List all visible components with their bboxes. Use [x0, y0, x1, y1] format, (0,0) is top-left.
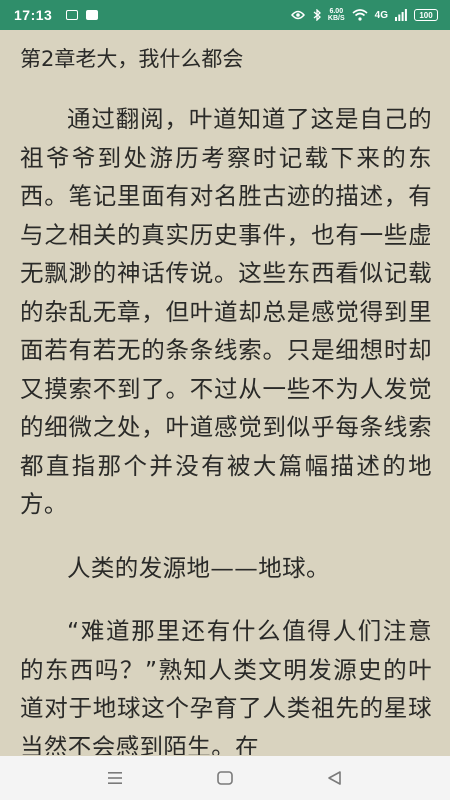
- paragraph: 人类的发源地——地球。: [67, 553, 330, 582]
- navigation-bar: [0, 756, 450, 800]
- network-speed-unit: KB/S: [327, 15, 345, 22]
- nfc-icon: [290, 10, 305, 20]
- sim-icon: [66, 10, 79, 20]
- status-time: 17:13: [14, 7, 53, 23]
- menu-icon: [108, 772, 122, 784]
- message-icon: [86, 10, 99, 20]
- wifi-icon: [352, 9, 368, 21]
- status-left-icons: [66, 10, 99, 20]
- paragraph: “难道那里还有什么值得人们注意的东西吗？”熟知人类文明发源史的叶道对于地球这个孕…: [20, 617, 432, 755]
- status-bar: 17:13 6.00 KB/S 4G 100: [0, 0, 450, 30]
- home-icon: [217, 771, 233, 785]
- network-speed: 6.00 KB/S: [328, 8, 345, 22]
- reader-content[interactable]: 通过翻阅，叶道知道了这是自己的祖爷爷到处游历考察时记载下来的东西。笔记里面有对名…: [20, 100, 432, 755]
- back-button[interactable]: [315, 763, 355, 793]
- paragraph: 通过翻阅，叶道知道了这是自己的祖爷爷到处游历考察时记载下来的东西。笔记里面有对名…: [20, 105, 432, 518]
- menu-button[interactable]: [95, 763, 135, 793]
- bluetooth-icon: [313, 9, 321, 21]
- home-button[interactable]: [205, 763, 245, 793]
- chapter-title: 第2章老大，我什么都会: [20, 47, 244, 71]
- battery-icon: 100: [414, 9, 438, 21]
- signal-type: 4G: [374, 9, 388, 21]
- back-icon: [328, 771, 341, 785]
- signal-icon: [395, 9, 407, 21]
- network-speed-value: 6.00: [329, 8, 344, 15]
- status-right-icons: 6.00 KB/S 4G 100: [290, 8, 438, 22]
